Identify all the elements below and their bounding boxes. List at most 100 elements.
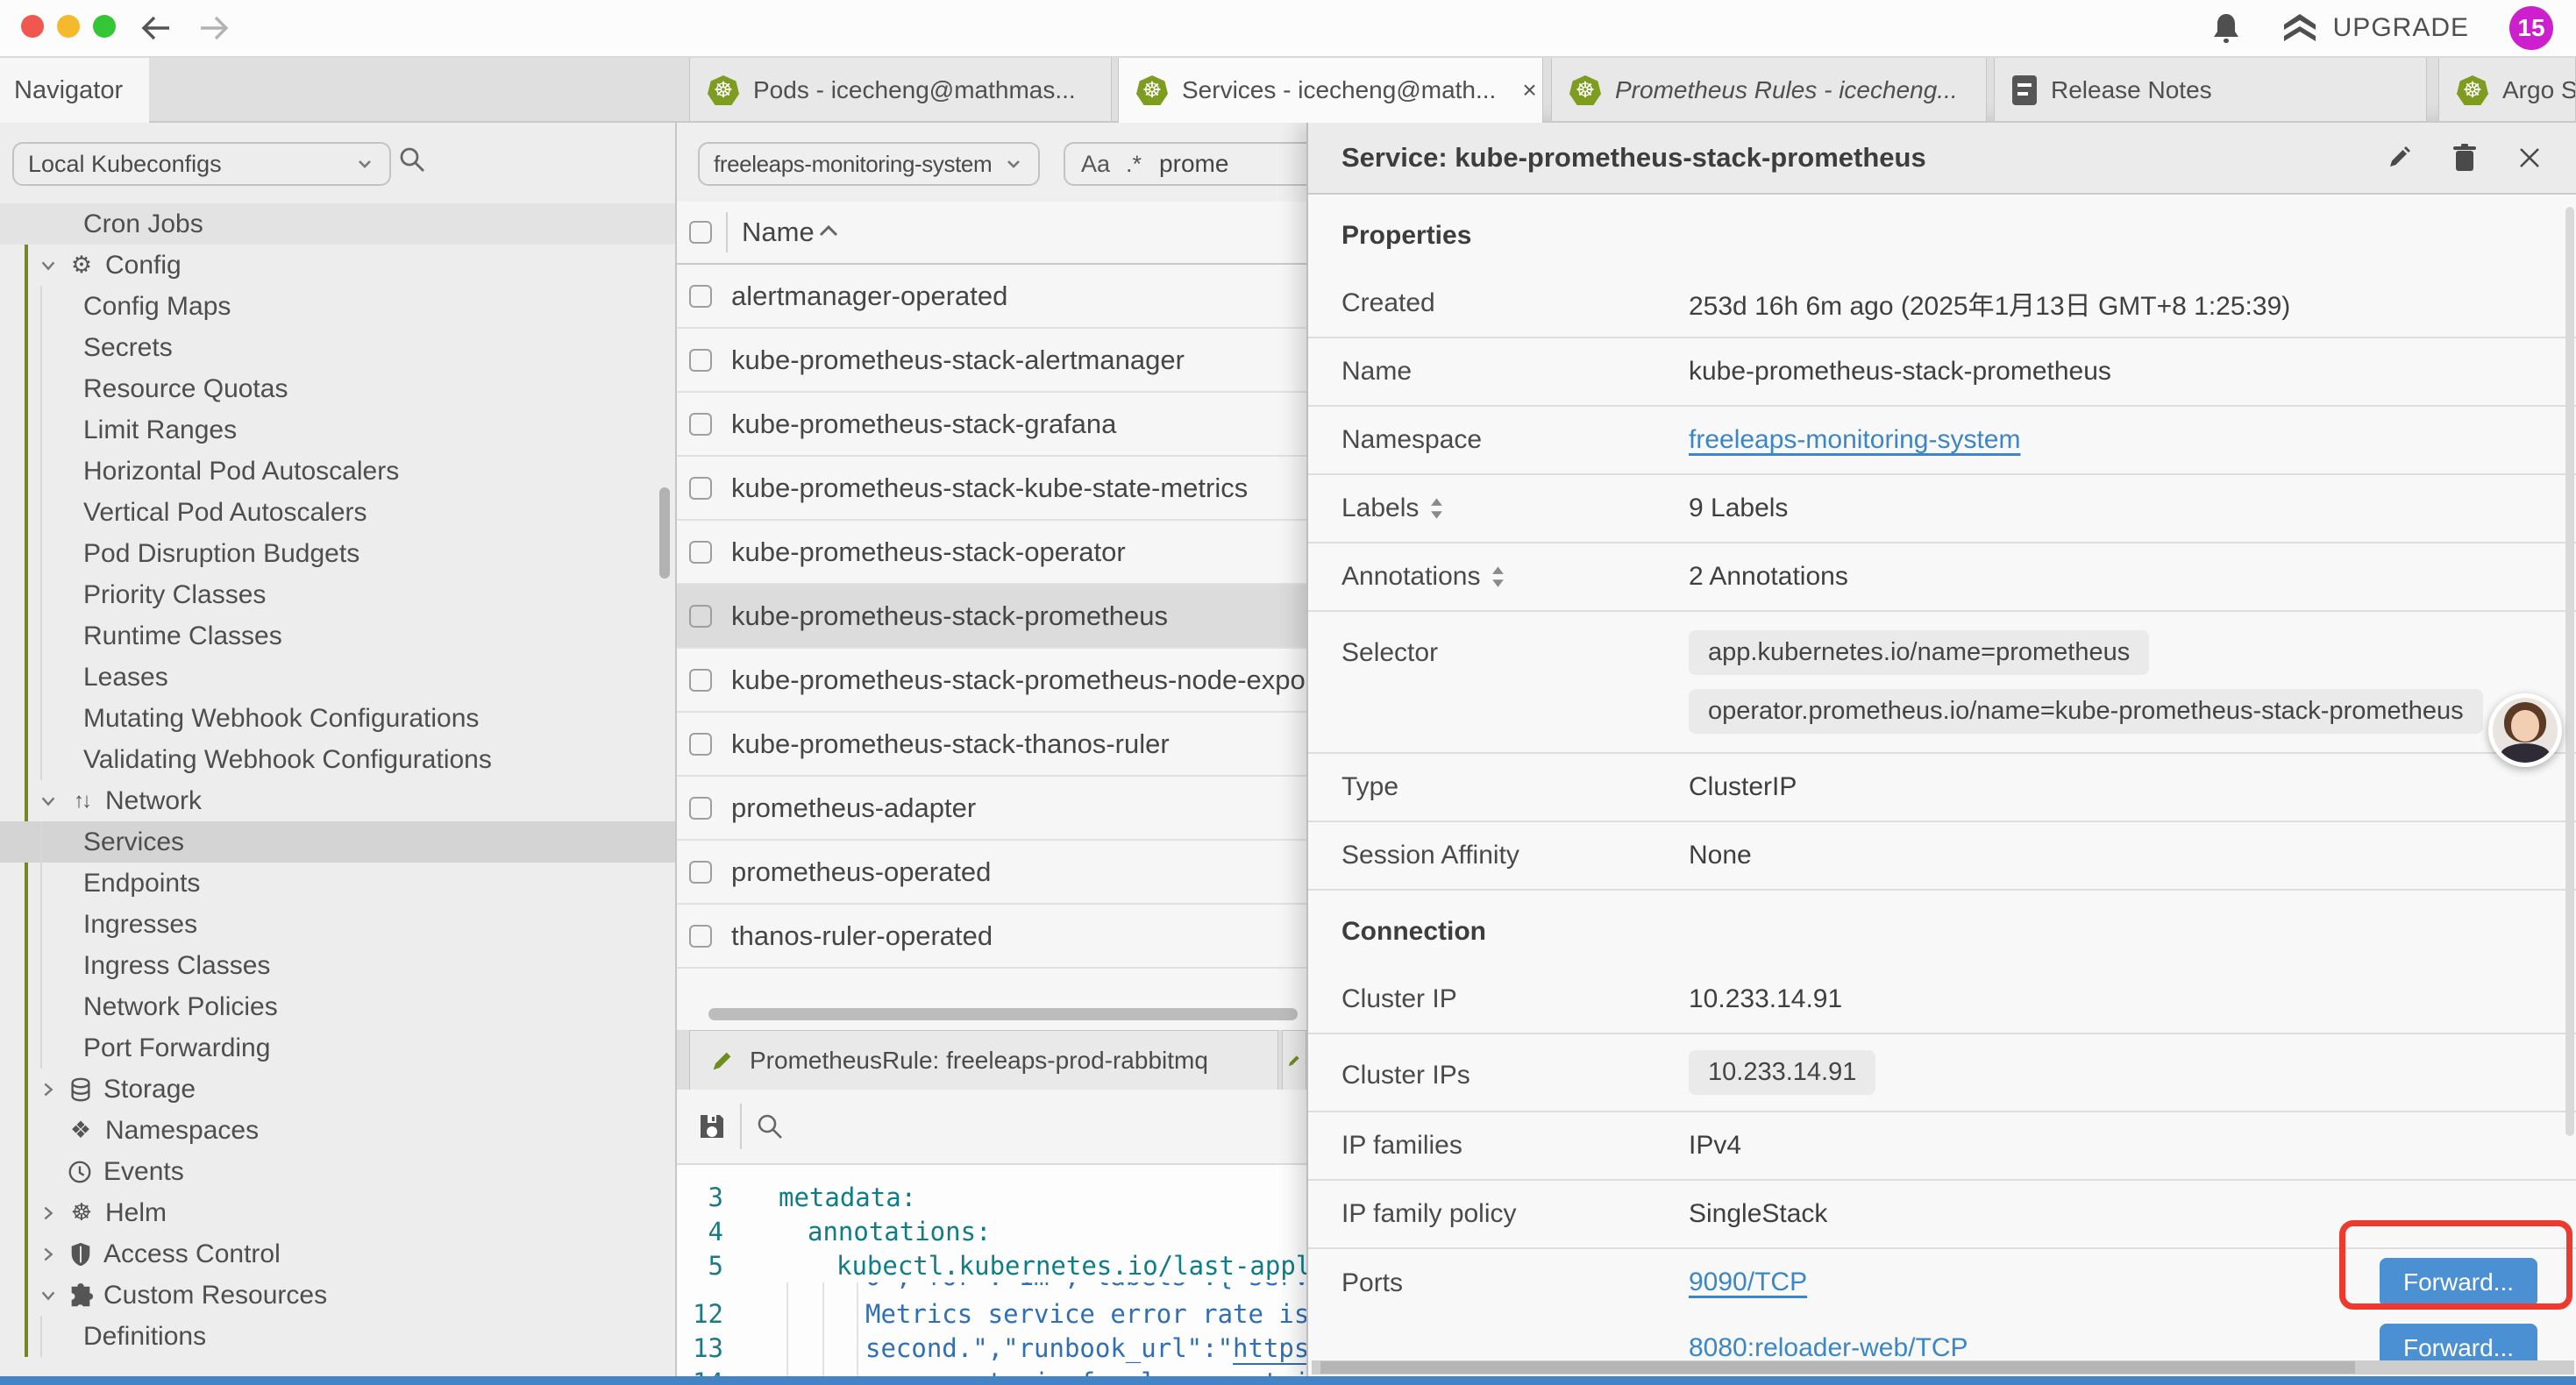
navigator-panel-tab[interactable]: Navigator xyxy=(0,58,149,123)
table-row-kube-prometheus-stack-prometheus[interactable]: kube-prometheus-stack-prometheus xyxy=(677,585,1306,649)
notifications-bell-icon[interactable] xyxy=(2210,11,2242,46)
notification-count-badge[interactable]: 15 xyxy=(2509,6,2553,50)
sidebar-item-mutating-webhook-configurations[interactable]: Mutating Webhook Configurations xyxy=(0,698,675,739)
sidebar-item-secrets[interactable]: Secrets xyxy=(0,327,675,368)
regex-toggle[interactable]: .* xyxy=(1126,151,1142,178)
tab-prometheus-rules-icecheng[interactable]: ☸Prometheus Rules - icecheng... xyxy=(1551,58,1987,123)
yaml-editor[interactable]: 3metadata:4annotations:5kubectl.kubernet… xyxy=(677,1165,1306,1378)
sidebar-item-priority-classes[interactable]: Priority Classes xyxy=(0,574,675,615)
table-row-alertmanager-operated[interactable]: alertmanager-operated xyxy=(677,265,1306,329)
user-avatar[interactable] xyxy=(2488,693,2562,767)
sidebar-item-leases[interactable]: Leases xyxy=(0,657,675,698)
tab-services-icecheng-math[interactable]: ☸Services - icecheng@math...× xyxy=(1118,58,1543,123)
row-checkbox[interactable] xyxy=(689,285,712,308)
sidebar-item-storage[interactable]: Storage xyxy=(0,1069,675,1110)
chevron-right-icon[interactable] xyxy=(39,1245,58,1264)
row-checkbox[interactable] xyxy=(689,669,712,692)
chevron-down-icon[interactable] xyxy=(39,256,58,275)
editor-search-icon[interactable] xyxy=(756,1112,784,1140)
sidebar-scrollbar-thumb[interactable] xyxy=(659,487,670,579)
back-arrow-icon[interactable] xyxy=(139,11,174,46)
sidebar-item-resource-quotas[interactable]: Resource Quotas xyxy=(0,368,675,409)
table-row-prometheus-adapter[interactable]: prometheus-adapter xyxy=(677,777,1306,841)
sidebar-item-endpoints[interactable]: Endpoints xyxy=(0,863,675,904)
delete-trash-icon[interactable] xyxy=(2451,143,2478,173)
tab-pods-icecheng-mathmas[interactable]: ☸Pods - icecheng@mathmas... xyxy=(689,58,1112,123)
sidebar-item-custom-resources[interactable]: Custom Resources xyxy=(0,1275,675,1316)
save-icon[interactable] xyxy=(696,1111,728,1142)
forward-button[interactable]: Forward... xyxy=(2380,1324,2537,1361)
search-input[interactable] xyxy=(1157,149,1275,179)
detail-link[interactable]: freeleaps-monitoring-system xyxy=(1689,425,2020,455)
chevron-right-icon[interactable] xyxy=(39,1204,58,1223)
row-checkbox[interactable] xyxy=(689,477,712,500)
sidebar-item-port-forwarding[interactable]: Port Forwarding xyxy=(0,1027,675,1069)
detail-horizontal-scrollbar[interactable] xyxy=(1312,1360,2574,1374)
row-checkbox[interactable] xyxy=(689,797,712,820)
table-row-kube-prometheus-stack-thanos-ruler[interactable]: kube-prometheus-stack-thanos-ruler xyxy=(677,713,1306,777)
code-link[interactable]: https://net xyxy=(1233,1333,1306,1363)
sidebar-item-namespaces[interactable]: ❖Namespaces xyxy=(0,1110,675,1151)
sidebar-search-button[interactable] xyxy=(398,146,426,174)
sidebar-item-events[interactable]: Events xyxy=(0,1151,675,1192)
chevron-down-icon[interactable] xyxy=(39,1286,58,1305)
select-all-checkbox[interactable] xyxy=(689,221,712,244)
row-checkbox[interactable] xyxy=(689,925,712,948)
row-checkbox[interactable] xyxy=(689,349,712,372)
table-row-kube-prometheus-stack-prometheus-node-expor[interactable]: kube-prometheus-stack-prometheus-node-ex… xyxy=(677,649,1306,713)
sidebar-item-vertical-pod-autoscalers[interactable]: Vertical Pod Autoscalers xyxy=(0,492,675,533)
sidebar-item-limit-ranges[interactable]: Limit Ranges xyxy=(0,409,675,451)
zoom-window-button[interactable] xyxy=(93,15,116,38)
sidebar-item-validating-webhook-configurations[interactable]: Validating Webhook Configurations xyxy=(0,739,675,780)
row-checkbox[interactable] xyxy=(689,413,712,436)
tab-argo-se[interactable]: ☸Argo Se xyxy=(2438,58,2576,123)
table-row-thanos-ruler-operated[interactable]: thanos-ruler-operated xyxy=(677,905,1306,969)
editor-tab-prometheusrule[interactable]: PrometheusRule: freeleaps-prod-rabbitmq xyxy=(689,1030,1278,1090)
editor-tab-next-partial[interactable] xyxy=(1282,1030,1306,1090)
sidebar-item-services[interactable]: Services xyxy=(0,821,675,863)
upgrade-button[interactable]: UPGRADE xyxy=(2282,12,2469,44)
match-case-toggle[interactable]: Aa xyxy=(1081,151,1110,178)
sidebar-item-ingresses[interactable]: Ingresses xyxy=(0,904,675,945)
sort-updown-icon[interactable] xyxy=(1491,565,1505,589)
sidebar-item-ingress-classes[interactable]: Ingress Classes xyxy=(0,945,675,986)
sidebar-item-definitions[interactable]: Definitions xyxy=(0,1316,675,1357)
chevron-down-icon[interactable] xyxy=(39,792,58,811)
tab-release-notes[interactable]: Release Notes xyxy=(1994,58,2427,123)
sidebar-item-pod-disruption-budgets[interactable]: Pod Disruption Budgets xyxy=(0,533,675,574)
row-checkbox[interactable] xyxy=(689,605,712,628)
list-horizontal-scrollbar-thumb[interactable] xyxy=(708,1008,1298,1020)
sidebar-item-cron-jobs[interactable]: Cron Jobs xyxy=(0,203,675,245)
row-checkbox[interactable] xyxy=(689,541,712,564)
minimize-window-button[interactable] xyxy=(57,15,80,38)
table-row-prometheus-operated[interactable]: prometheus-operated xyxy=(677,841,1306,905)
edit-pencil-icon[interactable] xyxy=(2385,144,2413,172)
kubeconfig-source-select[interactable]: Local Kubeconfigs xyxy=(12,142,391,186)
table-row-kube-prometheus-stack-grafana[interactable]: kube-prometheus-stack-grafana xyxy=(677,393,1306,457)
table-row-kube-prometheus-stack-alertmanager[interactable]: kube-prometheus-stack-alertmanager xyxy=(677,329,1306,393)
table-row-kube-prometheus-stack-operator[interactable]: kube-prometheus-stack-operator xyxy=(677,521,1306,585)
list-search-field[interactable]: Aa .* xyxy=(1064,142,1327,186)
port-link[interactable]: 9090/TCP xyxy=(1689,1268,1807,1297)
sort-updown-icon[interactable] xyxy=(1429,496,1444,521)
namespace-select[interactable]: freeleaps-monitoring-system xyxy=(698,142,1040,186)
close-icon[interactable] xyxy=(2516,145,2543,171)
table-row-kube-prometheus-stack-kube-state-metrics[interactable]: kube-prometheus-stack-kube-state-metrics xyxy=(677,457,1306,521)
sidebar-item-access-control[interactable]: Access Control xyxy=(0,1233,675,1275)
forward-arrow-icon[interactable] xyxy=(196,11,231,46)
row-checkbox[interactable] xyxy=(689,733,712,756)
sidebar-item-helm[interactable]: ☸Helm xyxy=(0,1192,675,1233)
tab-close-icon[interactable]: × xyxy=(1510,76,1536,104)
chevron-right-icon[interactable] xyxy=(39,1080,58,1099)
name-column-header[interactable]: Name xyxy=(742,217,815,248)
sidebar-item-config-maps[interactable]: Config Maps xyxy=(0,286,675,327)
sidebar-item-horizontal-pod-autoscalers[interactable]: Horizontal Pod Autoscalers xyxy=(0,451,675,492)
detail-vertical-scrollbar-thumb[interactable] xyxy=(2565,207,2574,1136)
detail-scrollbar-thumb[interactable] xyxy=(1320,1361,2355,1374)
sidebar-item-network[interactable]: ↑↓Network xyxy=(0,780,675,821)
sidebar-item-network-policies[interactable]: Network Policies xyxy=(0,986,675,1027)
row-checkbox[interactable] xyxy=(689,861,712,884)
close-window-button[interactable] xyxy=(21,15,44,38)
sidebar-item-runtime-classes[interactable]: Runtime Classes xyxy=(0,615,675,657)
sort-ascending-icon[interactable] xyxy=(817,223,840,238)
